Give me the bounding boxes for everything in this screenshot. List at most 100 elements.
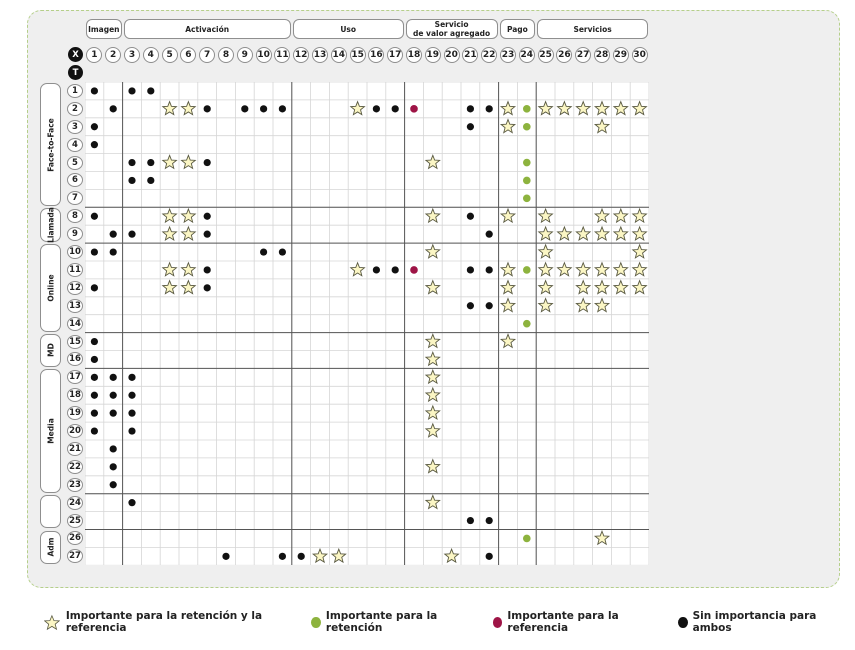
star-mark [612,279,629,295]
star-mark [311,547,329,564]
black-dot-mark [90,87,98,95]
column-number: 30 [631,47,648,63]
crimson-dot-mark [410,266,418,274]
star-mark [424,154,441,170]
row-group-text: Adm [46,537,55,557]
green-dot-mark [523,266,531,274]
star-mark [424,351,441,367]
star-mark [349,100,366,116]
star-mark [161,225,178,241]
legend-label-crimson: Importante para la referencia [507,610,619,634]
green-dot-mark [523,319,531,328]
column-number: 3 [124,47,140,63]
row-group-label: Media [40,369,61,493]
row-number: 23 [67,477,83,492]
column-number: 23 [500,47,516,63]
black-dot-mark [90,427,98,435]
black-dot-mark [109,463,117,471]
row-group-text: Media [46,418,55,444]
star-mark [612,261,629,277]
black-dot-mark [203,230,211,238]
column-group-label: Pago [499,19,536,39]
star-mark [593,100,611,116]
black-dot-mark [391,105,399,113]
star-mark [537,297,554,313]
star-mark [161,207,178,224]
star-mark [593,225,611,241]
column-number: 24 [518,47,535,63]
star-mark [575,261,592,277]
column-number: 5 [161,47,178,63]
black-dot-mark [297,552,305,560]
star-mark [593,279,611,295]
row-number: 22 [67,459,83,474]
column-number: 25 [537,47,554,63]
star-mark [631,207,648,224]
star-mark [161,154,178,170]
star-mark [575,225,592,241]
star-icon [44,614,60,630]
star-mark [499,297,517,313]
black-dot-mark [147,87,155,95]
star-mark [180,225,197,241]
star-mark [180,100,197,116]
star-mark [556,100,573,116]
column-number: 13 [312,47,328,63]
legend-label-black: Sin importancia para ambos [692,610,817,634]
black-dot-mark [109,391,117,399]
star-mark [631,261,648,277]
black-dot-mark [485,266,493,274]
star-mark [631,100,648,116]
star-mark [612,225,629,241]
green-dot-mark [523,534,531,543]
legend-item-black: Sin importancia para ambos [677,610,839,634]
star-mark [443,547,460,564]
star-mark [180,154,197,170]
star-mark [631,243,648,259]
star-mark [330,547,347,564]
column-number: 14 [330,47,347,63]
black-dot-mark [90,373,98,381]
star-mark [424,333,441,349]
black-dot-mark [109,409,117,417]
row-number: 17 [67,370,83,385]
black-dot-mark [466,105,474,113]
row-number: 24 [67,495,83,510]
row-number: 21 [67,441,83,456]
column-number: 9 [236,47,253,63]
star-mark [612,100,629,116]
star-mark [499,261,517,277]
black-dot-mark [147,176,155,185]
black-dot-mark [391,266,399,274]
legend-item-star: Importante para la retención y la refere… [44,610,295,634]
row-number: 1 [67,83,83,98]
black-dot-mark [128,391,136,399]
star-mark [575,100,592,116]
black-dot-mark [203,284,211,292]
star-mark [593,207,611,224]
star-mark [499,207,517,224]
star-mark [575,297,592,313]
star-mark [424,422,441,438]
black-dot-mark [485,302,493,310]
row-group-text: Online [46,274,55,302]
star-mark [161,279,178,295]
star-mark [499,100,517,116]
row-number: 5 [67,155,83,170]
star-mark [424,386,441,403]
legend-label-star: Importante para la retención y la refere… [65,610,263,634]
black-dot-mark [485,105,493,113]
star-mark [349,261,366,277]
green-dot-mark [523,122,531,131]
row-number: 13 [67,298,83,313]
column-number: 8 [218,47,234,63]
row-group-label: Llamada [40,207,61,243]
row-number: 20 [67,424,83,439]
star-mark [161,100,178,116]
black-dot-mark [466,266,474,274]
crimson-dot-mark [410,105,418,113]
row-number: 26 [67,531,83,546]
legend: Importante para la retención y la refere… [44,610,855,634]
black-dot-mark [109,373,117,381]
row-number: 19 [67,406,83,421]
